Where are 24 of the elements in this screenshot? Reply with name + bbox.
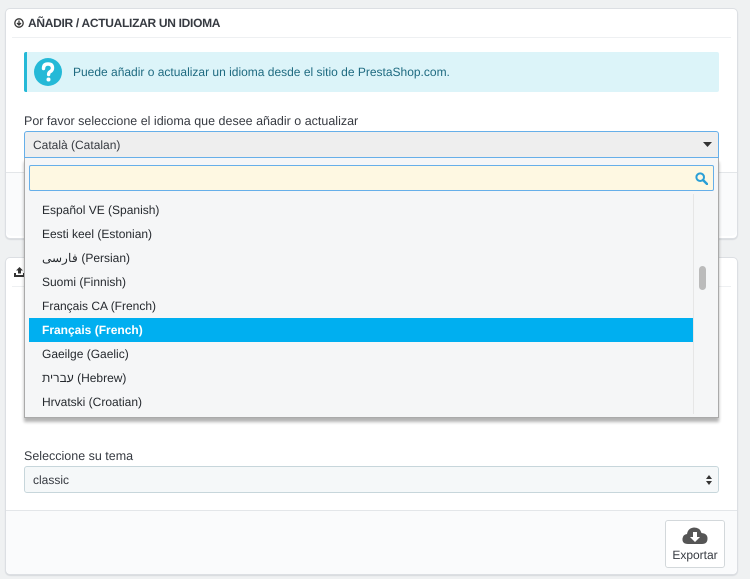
dropdown-option[interactable]: Français CA (French)	[29, 294, 693, 318]
download-circle-icon	[14, 18, 24, 28]
question-icon	[34, 58, 62, 86]
caret-icon	[703, 142, 712, 147]
panel-title: AÑADIR / ACTUALIZAR UN IDIOMA	[28, 16, 220, 30]
sort-caret-icon	[706, 474, 712, 484]
dropdown-option[interactable]: Gaeilge (Gaelic)	[29, 342, 693, 366]
search-icon	[695, 172, 708, 184]
dropdown-option[interactable]: Español VE (Spanish)	[29, 198, 693, 222]
dropdown-option[interactable]: Suomi (Finnish)	[29, 270, 693, 294]
info-message: Puede añadir o actualizar un idioma desde el sitio de PrestaShop.com.	[73, 65, 450, 79]
search-field[interactable]	[29, 165, 714, 191]
select-field[interactable]: Català (Catalan)	[24, 131, 719, 158]
field-label: Por favor seleccione el idioma que desee añadir o actualizar	[24, 114, 360, 128]
dropdown-option[interactable]: עברית (Hebrew)	[29, 366, 693, 390]
select-field[interactable]: classic	[24, 466, 719, 493]
export-button[interactable]: Exportar	[665, 520, 725, 568]
field-label: Seleccione su tema	[24, 449, 134, 463]
dropdown-option[interactable]: Eesti keel (Estonian)	[29, 222, 693, 246]
scrollbar-thumb[interactable]	[699, 266, 706, 290]
dropdown-option[interactable]: Hrvatski (Croatian)	[29, 390, 693, 414]
dropdown-option[interactable]: فارسی (Persian)	[29, 246, 693, 270]
cloud-download-icon	[682, 526, 708, 546]
upload-icon	[14, 267, 25, 277]
